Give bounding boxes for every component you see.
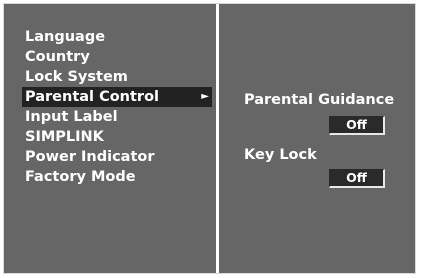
menu-item-lock-system[interactable]: Lock System [22, 67, 212, 87]
menu-item-label: Lock System [25, 69, 128, 85]
settings-osd-window: Language Country Lock System Parental Co… [3, 3, 416, 274]
menu-item-label: Input Label [25, 109, 118, 125]
menu-item-language[interactable]: Language [22, 27, 212, 47]
parental-control-panel: Parental Guidance Off Key Lock Off [244, 90, 414, 188]
menu-item-factory-mode[interactable]: Factory Mode [22, 167, 212, 187]
menu-item-label: Parental Control [25, 89, 160, 105]
settings-menu: Language Country Lock System Parental Co… [22, 27, 212, 187]
menu-item-simplink[interactable]: SIMPLINK [22, 127, 212, 147]
key-lock-value[interactable]: Off [329, 169, 385, 188]
panel-divider [216, 4, 219, 273]
parental-guidance-value[interactable]: Off [329, 116, 385, 135]
submenu-arrow-icon: ► [201, 91, 209, 102]
menu-item-label: Factory Mode [25, 169, 136, 185]
menu-item-label: Language [25, 29, 106, 45]
menu-item-input-label[interactable]: Input Label [22, 107, 212, 127]
menu-item-parental-control[interactable]: Parental Control ► [22, 87, 212, 107]
menu-item-label: Country [25, 49, 90, 65]
menu-item-country[interactable]: Country [22, 47, 212, 67]
key-lock-label: Key Lock [244, 147, 317, 163]
parental-guidance-label: Parental Guidance [244, 92, 395, 108]
menu-item-label: SIMPLINK [25, 129, 104, 145]
menu-item-power-indicator[interactable]: Power Indicator [22, 147, 212, 167]
menu-item-label: Power Indicator [25, 149, 155, 165]
